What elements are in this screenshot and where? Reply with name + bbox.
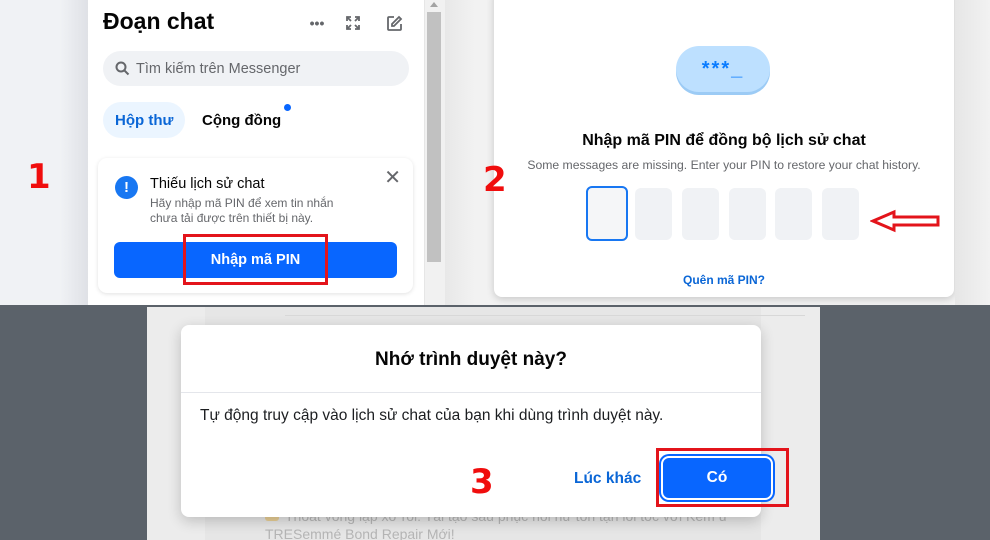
tab-inbox[interactable]: Hộp thư: [103, 102, 186, 138]
divider: [181, 392, 761, 393]
forgot-pin-link[interactable]: Quên mã PIN?: [494, 273, 954, 287]
tutorial-collage: 1 Đoạn chat ••• Tìm kiếm trên Messenger …: [0, 0, 990, 540]
dialog-title: Nhớ trình duyệt này?: [375, 349, 567, 370]
search-icon: [115, 61, 130, 76]
scrollbar-thumb[interactable]: [427, 12, 441, 262]
pin-digit-1[interactable]: [586, 186, 628, 241]
pin-digit-4[interactable]: [729, 188, 766, 240]
alert-icon: !: [115, 176, 138, 199]
notice-body: Hãy nhập mã PIN để xem tin nhắn chưa tải…: [150, 196, 334, 225]
messenger-search-input[interactable]: Tìm kiếm trên Messenger: [103, 51, 409, 86]
step-number-1: 1: [27, 157, 51, 197]
search-placeholder: Tìm kiếm trên Messenger: [136, 60, 301, 77]
pin-digit-6[interactable]: [822, 188, 859, 240]
tab-community-label: Cộng đồng: [202, 111, 282, 129]
chats-title: Đoạn chat: [103, 8, 215, 34]
more-options-icon[interactable]: •••: [306, 12, 328, 34]
expand-icon[interactable]: [342, 12, 364, 34]
page-shadow: [955, 0, 990, 305]
highlight-box-yes: [656, 448, 789, 507]
divider: [285, 315, 805, 316]
new-message-icon[interactable]: [383, 12, 405, 34]
page-shadow: [60, 0, 88, 305]
tab-community[interactable]: Cộng đồng: [190, 102, 293, 138]
annotation-arrow-icon: [870, 209, 940, 233]
dialog-body: Tự động truy cập vào lịch sử chat của bạ…: [200, 407, 664, 424]
unread-dot: [284, 104, 292, 111]
pin-dialog-title: Nhập mã PIN để đồng bộ lịch sử chat: [582, 132, 866, 149]
pin-digit-5[interactable]: [775, 188, 812, 240]
pin-illustration: ***_: [676, 46, 770, 92]
highlight-box-enter-pin: [183, 234, 328, 285]
step-number-2: 2: [483, 160, 507, 200]
scrollbar[interactable]: [424, 0, 445, 305]
close-icon[interactable]: ✕: [384, 168, 401, 188]
page-shadow: [445, 0, 475, 305]
step-number-3: 3: [470, 462, 494, 502]
pin-dialog-subtitle: Some messages are missing. Enter your PI…: [527, 158, 921, 172]
pin-digit-3[interactable]: [682, 188, 719, 240]
pin-digit-2[interactable]: [635, 188, 672, 240]
notice-title: Thiếu lịch sử chat: [150, 176, 265, 192]
panel-pin-entry: ***_ Nhập mã PIN để đồng bộ lịch sử chat…: [445, 0, 990, 305]
later-button[interactable]: Lúc khác: [574, 470, 641, 488]
pin-dialog: ***_ Nhập mã PIN để đồng bộ lịch sử chat…: [494, 0, 954, 297]
scroll-up-icon[interactable]: [430, 2, 438, 7]
